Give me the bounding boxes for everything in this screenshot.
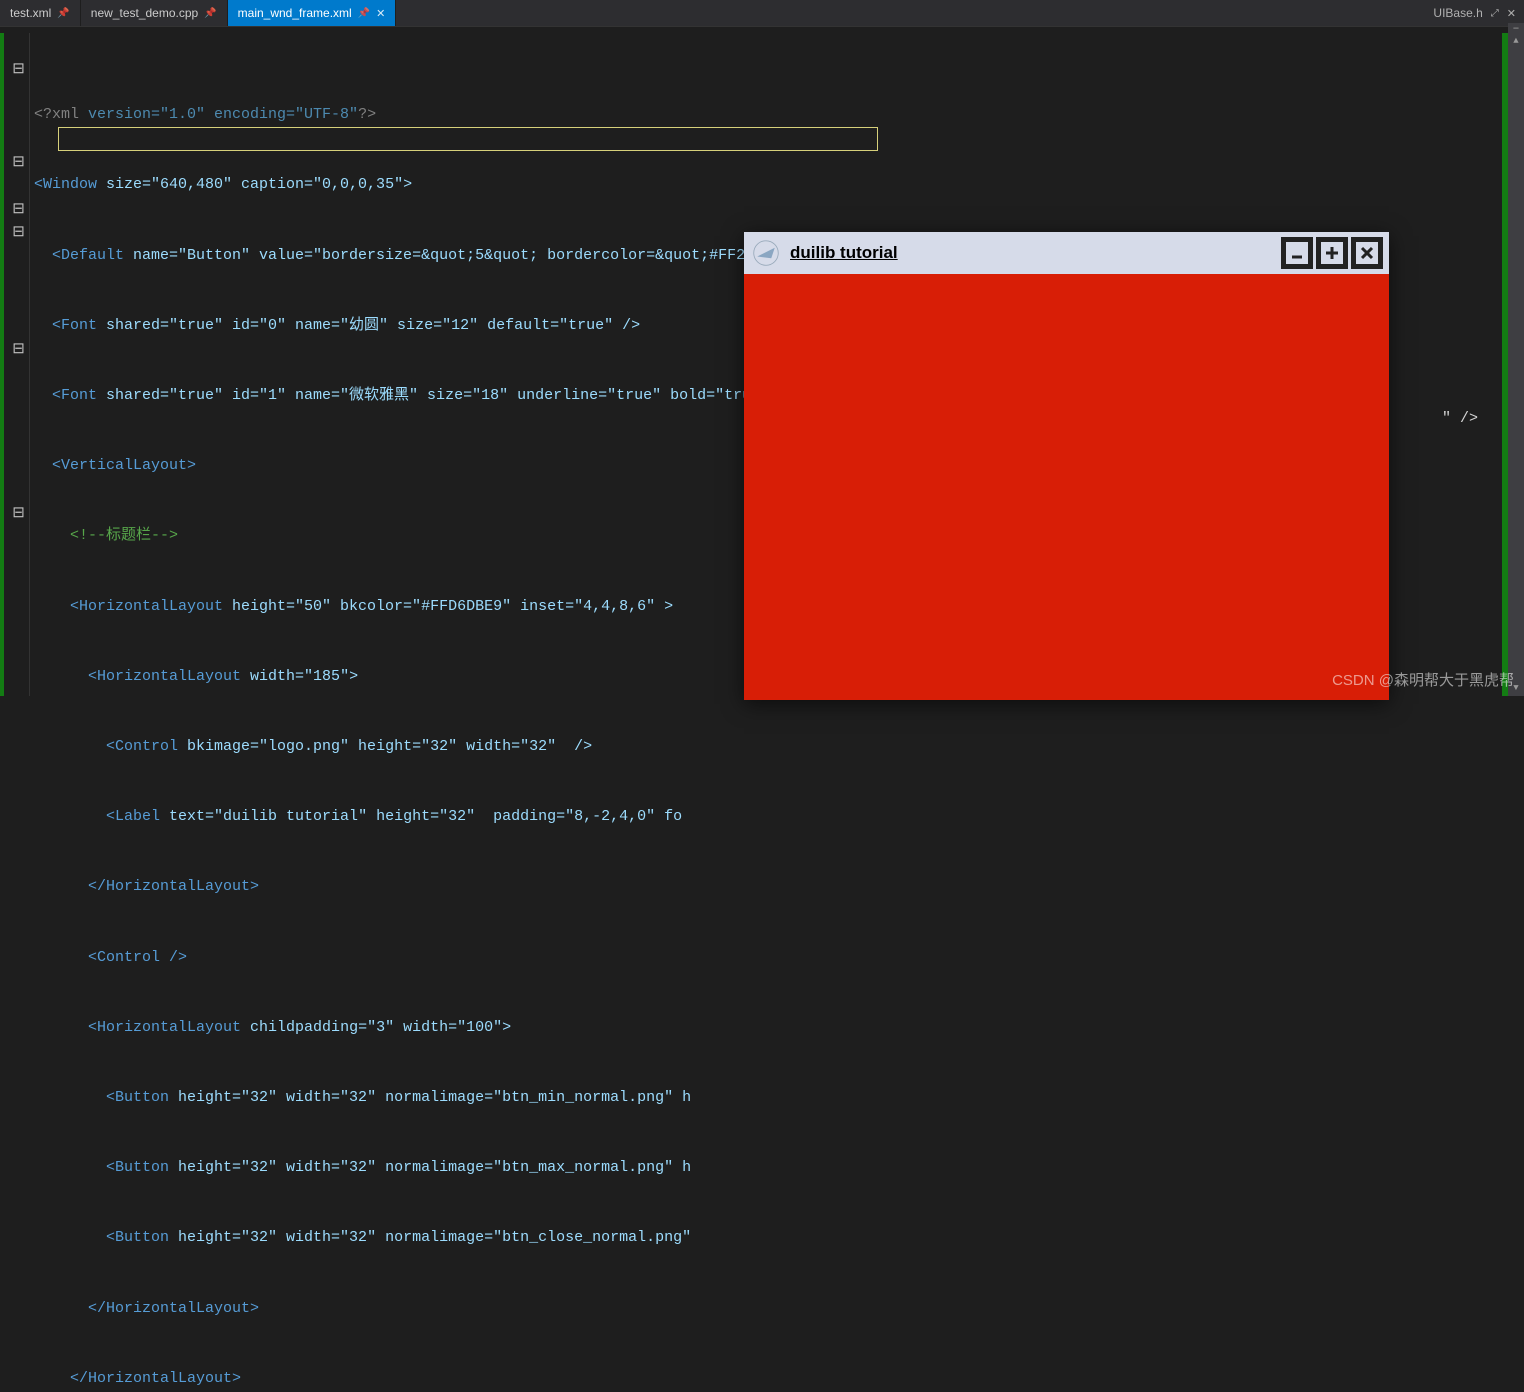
tag-label: <Label bbox=[34, 808, 160, 825]
split-handle[interactable]: – bbox=[1508, 23, 1524, 33]
fold-toggle[interactable]: ⊟ bbox=[12, 222, 25, 241]
tag-button: <Button bbox=[34, 1159, 169, 1176]
xml-decl: <?xml bbox=[34, 106, 79, 123]
pin-icon[interactable]: 📌 bbox=[57, 8, 69, 19]
pin-icon[interactable]: 📌 bbox=[204, 8, 216, 19]
tag-close: </HorizontalLayout> bbox=[34, 1370, 241, 1387]
tab-new-test-demo[interactable]: new_test_demo.cpp 📌 bbox=[81, 0, 228, 26]
fold-toggle[interactable]: ⊟ bbox=[12, 152, 25, 171]
tag-hlayout: <HorizontalLayout bbox=[34, 598, 223, 615]
change-margin bbox=[0, 33, 8, 696]
tab-label: new_test_demo.cpp bbox=[91, 6, 198, 20]
highlight-box bbox=[58, 127, 878, 151]
tab-test-xml[interactable]: test.xml 📌 bbox=[0, 0, 81, 26]
preview-body bbox=[744, 274, 1389, 700]
maximize-button[interactable] bbox=[1316, 237, 1348, 269]
preview-window: duilib tutorial bbox=[744, 232, 1389, 700]
comment-title: <!--标题栏--> bbox=[34, 527, 178, 544]
preview-titlebar: duilib tutorial bbox=[744, 232, 1389, 274]
tag-button: <Button bbox=[34, 1089, 169, 1106]
tag-control: <Control bbox=[34, 738, 178, 755]
ruler bbox=[0, 26, 1524, 33]
tab-bar: test.xml 📌 new_test_demo.cpp 📌 main_wnd_… bbox=[0, 0, 1524, 26]
fold-toggle[interactable]: ⊟ bbox=[12, 339, 25, 358]
vertical-scrollbar[interactable]: – ▲ ▼ bbox=[1508, 33, 1524, 696]
tag-default: <Default bbox=[34, 247, 124, 264]
fold-gutter: ⊟ ⊟ ⊟ ⊟ ⊟ ⊟ bbox=[8, 33, 30, 696]
tag-hlayout: <HorizontalLayout bbox=[34, 668, 241, 685]
tag-font0: <Font bbox=[34, 317, 97, 334]
minimize-button[interactable] bbox=[1281, 237, 1313, 269]
logo-icon bbox=[750, 237, 782, 269]
close-button[interactable] bbox=[1351, 237, 1383, 269]
fold-toggle[interactable]: ⊟ bbox=[12, 199, 25, 218]
tag-window: <Window bbox=[34, 176, 97, 193]
tag-close: </HorizontalLayout> bbox=[34, 1300, 259, 1317]
close-icon[interactable]: ✕ bbox=[1507, 7, 1516, 20]
tag-hlayout: <HorizontalLayout bbox=[34, 1019, 241, 1036]
scroll-up-icon[interactable]: ▲ bbox=[1508, 33, 1524, 49]
preview-caption: duilib tutorial bbox=[790, 243, 898, 263]
tag-font1: <Font bbox=[34, 387, 97, 404]
tab-label: main_wnd_frame.xml bbox=[238, 6, 352, 20]
tag-control: <Control /> bbox=[34, 949, 187, 966]
tab-label-right[interactable]: UIBase.h bbox=[1433, 6, 1482, 20]
fold-toggle[interactable]: ⊟ bbox=[12, 503, 25, 522]
watermark: CSDN @森明帮大于黑虎帮 bbox=[1332, 669, 1514, 690]
pin-icon[interactable]: ⤢ bbox=[1491, 8, 1499, 19]
close-icon[interactable]: ✕ bbox=[376, 7, 385, 20]
pin-icon[interactable]: 📌 bbox=[358, 8, 370, 19]
tag-vlayout: <VerticalLayout> bbox=[34, 457, 196, 474]
fold-toggle[interactable]: ⊟ bbox=[12, 59, 25, 78]
tab-label: test.xml bbox=[10, 6, 51, 20]
tab-main-wnd-frame[interactable]: main_wnd_frame.xml 📌 ✕ bbox=[228, 0, 397, 26]
tag-close: </HorizontalLayout> bbox=[34, 878, 259, 895]
tag-button: <Button bbox=[34, 1229, 169, 1246]
